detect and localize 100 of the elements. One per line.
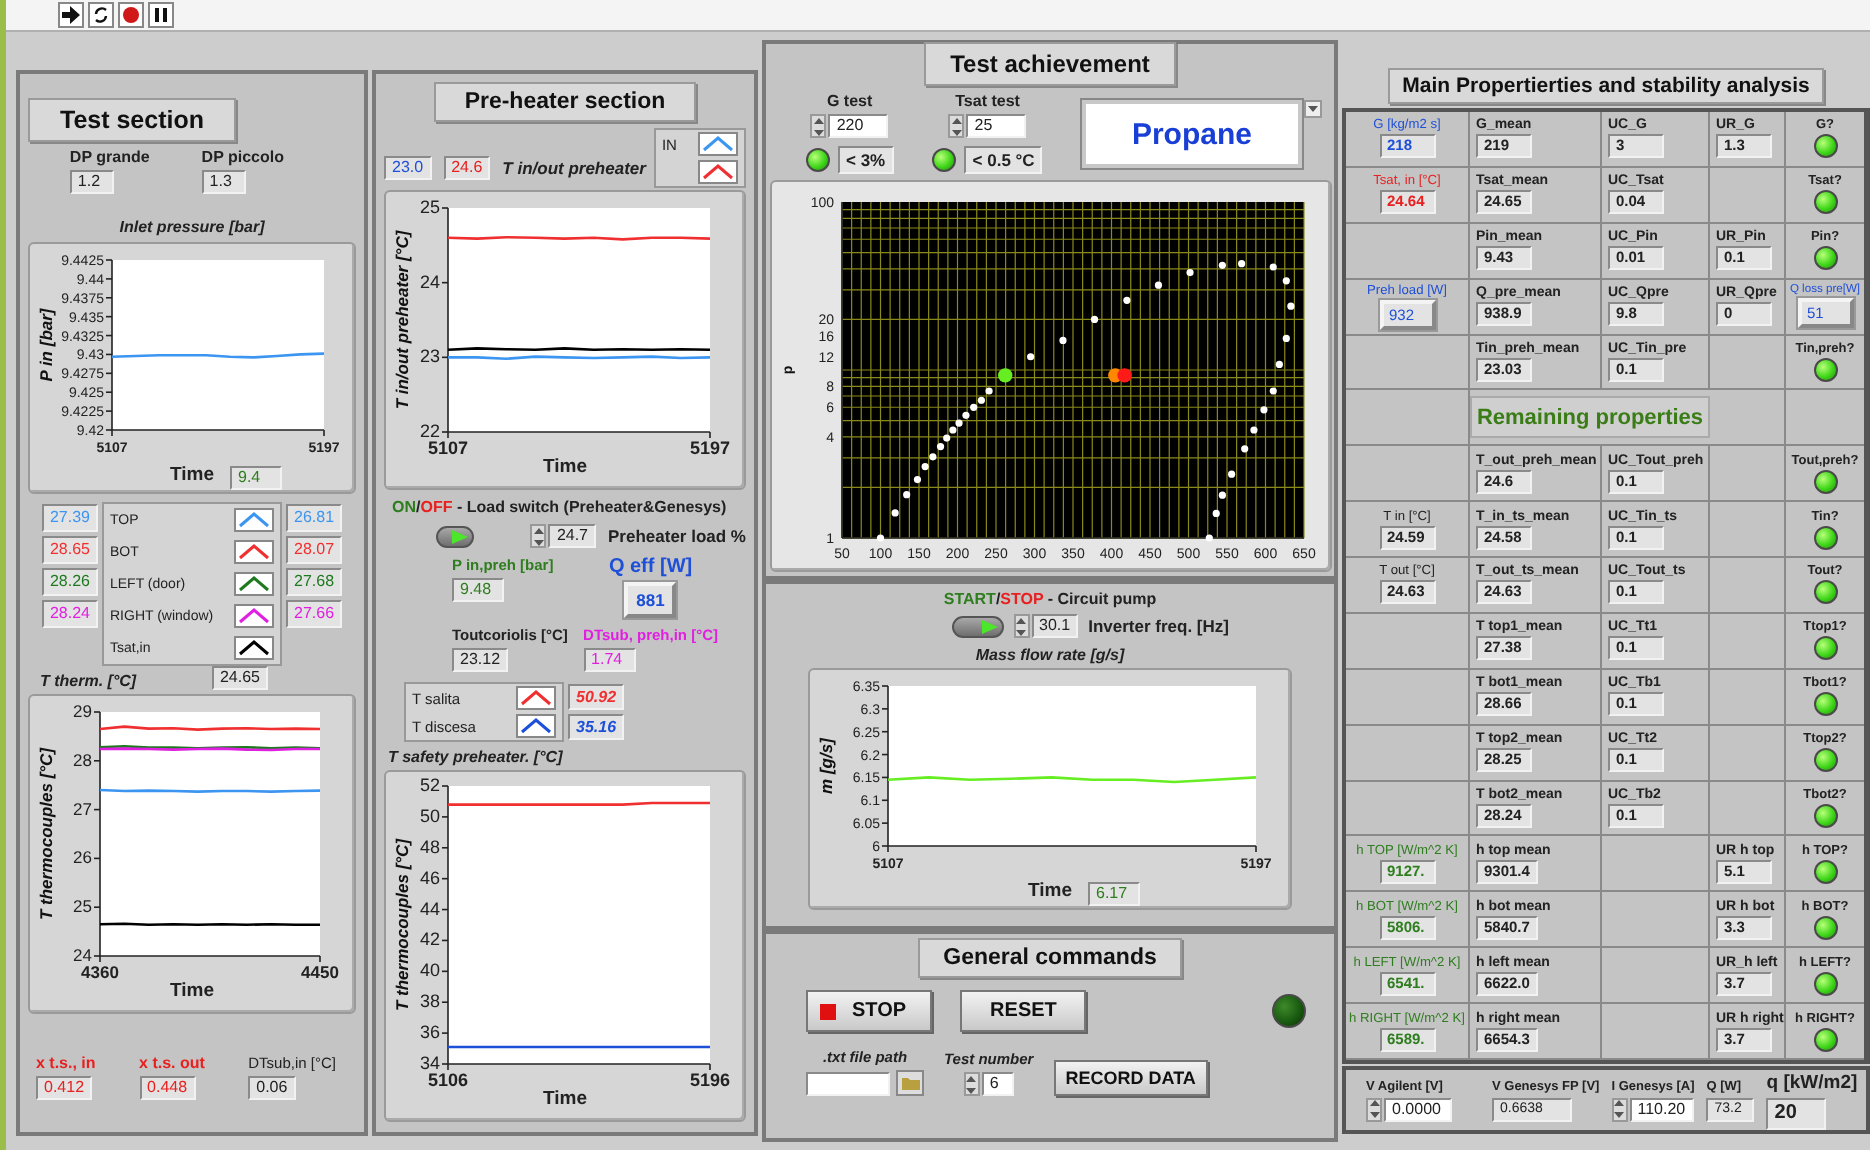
- tick-label: 24: [419, 271, 440, 292]
- up-down-arrows-icon: [533, 527, 544, 545]
- readout-value: 9.4: [230, 466, 282, 490]
- square-icon: [820, 1003, 836, 1019]
- triangle-icon: [981, 619, 998, 633]
- numeric-field[interactable]: 220: [828, 114, 889, 138]
- value-display: 1.2: [69, 170, 114, 194]
- switch-label: START/STOP - Circuit pump: [943, 590, 1157, 608]
- section-title: Main Propertierties and stability analysis: [1388, 68, 1824, 104]
- numeric-field[interactable]: 24.7: [548, 524, 597, 548]
- tick-label: 52: [419, 776, 440, 795]
- section-title: Test section: [28, 98, 236, 142]
- readout-value: 24.65: [211, 666, 268, 690]
- numeric-field[interactable]: 6: [981, 1072, 1014, 1096]
- numeric-field[interactable]: 25: [966, 114, 1027, 138]
- up-down-arrows-icon: [1016, 617, 1027, 635]
- caret-icon: [1307, 106, 1318, 112]
- tick-label: 25: [73, 896, 92, 917]
- line-sample-icon: [234, 508, 274, 532]
- tick-label: 42: [419, 929, 440, 950]
- value-display: 0.412: [36, 1076, 93, 1100]
- tick-label: 5106: [427, 1070, 469, 1088]
- cycle-arrows-icon: [92, 6, 110, 24]
- value-display: 0.06: [248, 1076, 297, 1100]
- increment-buttons[interactable]: [810, 114, 827, 138]
- numeric-field[interactable]: 110.20: [1629, 1097, 1694, 1121]
- tick-label: 23: [419, 346, 440, 367]
- tick-label: 25: [419, 197, 440, 217]
- field-label: Inverter freq. [Hz]: [1088, 616, 1229, 636]
- tick-label: 5107: [427, 438, 469, 456]
- value-display: 27.66: [286, 600, 343, 628]
- stop-circle-icon: [122, 6, 140, 24]
- value-display: 23.0: [384, 156, 432, 180]
- tick-label: 50: [419, 805, 440, 826]
- value-display: 28.65: [41, 536, 98, 564]
- tick-label: 26: [73, 847, 92, 868]
- value-display: 28.26: [41, 568, 98, 596]
- field-label: x t.s. out: [139, 1054, 205, 1072]
- line-sample-icon: [234, 540, 274, 564]
- line-sample-icon: [516, 686, 556, 710]
- value-display: 881: [624, 582, 677, 618]
- toolbar-button[interactable]: [58, 2, 84, 28]
- toggle-switch[interactable]: [951, 615, 1004, 637]
- value-display: 1.3: [201, 170, 246, 194]
- tick-label: 46: [419, 867, 440, 888]
- value-display: 28.07: [286, 536, 343, 564]
- increment-buttons[interactable]: [1611, 1097, 1628, 1121]
- chart-title: Inlet pressure [bar]: [119, 218, 265, 236]
- value-display: 26.81: [286, 504, 343, 532]
- section-title: Test achievement: [924, 42, 1176, 86]
- axis-label: T thermocouples [°C]: [392, 838, 412, 1012]
- axis-label: P in [bar]: [36, 308, 56, 382]
- tick-label: 22: [419, 421, 440, 441]
- tick-label: 24: [73, 945, 92, 965]
- tick-label: 44: [419, 898, 440, 919]
- tick-label: 29: [73, 701, 92, 721]
- tick-label: 5196: [689, 1070, 731, 1088]
- value-display: 35.16: [568, 714, 625, 740]
- numeric-field[interactable]: 0.0000: [1384, 1097, 1452, 1121]
- tick-label: 4450: [301, 962, 339, 980]
- value-display: 27.68: [286, 568, 343, 596]
- browse-button[interactable]: [896, 1070, 924, 1096]
- up-down-arrows-icon: [1369, 1100, 1379, 1118]
- table-heading: Remaining properties: [1470, 396, 1710, 439]
- switch-label: ON/OFF - Load switch (Preheater&Genesys): [392, 498, 727, 516]
- tick-label: 4360: [81, 962, 119, 980]
- tick-label: 34: [419, 1053, 440, 1073]
- increment-buttons[interactable]: [1366, 1097, 1382, 1121]
- pause-icon: [152, 6, 170, 24]
- fluid-selector[interactable]: Propane: [1081, 100, 1302, 168]
- toolbar-button[interactable]: [148, 2, 174, 28]
- field-label: q [kW/m2]: [1766, 1071, 1858, 1093]
- line-sample-icon: [698, 132, 738, 156]
- reset-button[interactable]: RESET: [960, 990, 1087, 1032]
- up-down-arrows-icon: [813, 117, 824, 135]
- value-display: 0.448: [139, 1076, 196, 1100]
- line-sample-icon: [234, 636, 274, 660]
- numeric-field[interactable]: 30.1: [1031, 614, 1079, 638]
- line-sample-icon: [234, 572, 274, 596]
- axis-label: Time: [1027, 879, 1072, 901]
- increment-buttons[interactable]: [963, 1072, 980, 1096]
- field-label: Preheater load %: [608, 526, 746, 546]
- axis-label: Time: [169, 463, 214, 485]
- up-down-arrows-icon: [1614, 1100, 1625, 1118]
- stop-button[interactable]: STOP: [806, 990, 933, 1032]
- record-data-button[interactable]: RECORD DATA: [1053, 1060, 1208, 1096]
- toggle-switch[interactable]: [436, 525, 475, 547]
- path-field[interactable]: [806, 1071, 890, 1095]
- tick-label: 40: [419, 960, 440, 981]
- value-display: 9.48: [452, 578, 504, 602]
- triangle-icon: [452, 529, 469, 543]
- value-display: 27.39: [41, 504, 98, 532]
- increment-buttons[interactable]: [530, 524, 547, 548]
- toolbar-button[interactable]: [88, 2, 114, 28]
- value-display: 20: [1766, 1097, 1827, 1129]
- field-label: G test: [826, 92, 873, 110]
- readout-value: 6.17: [1088, 882, 1140, 906]
- increment-buttons[interactable]: [948, 114, 965, 138]
- axis-label: T thermocouples [°C]: [36, 747, 56, 921]
- increment-buttons[interactable]: [1013, 614, 1030, 638]
